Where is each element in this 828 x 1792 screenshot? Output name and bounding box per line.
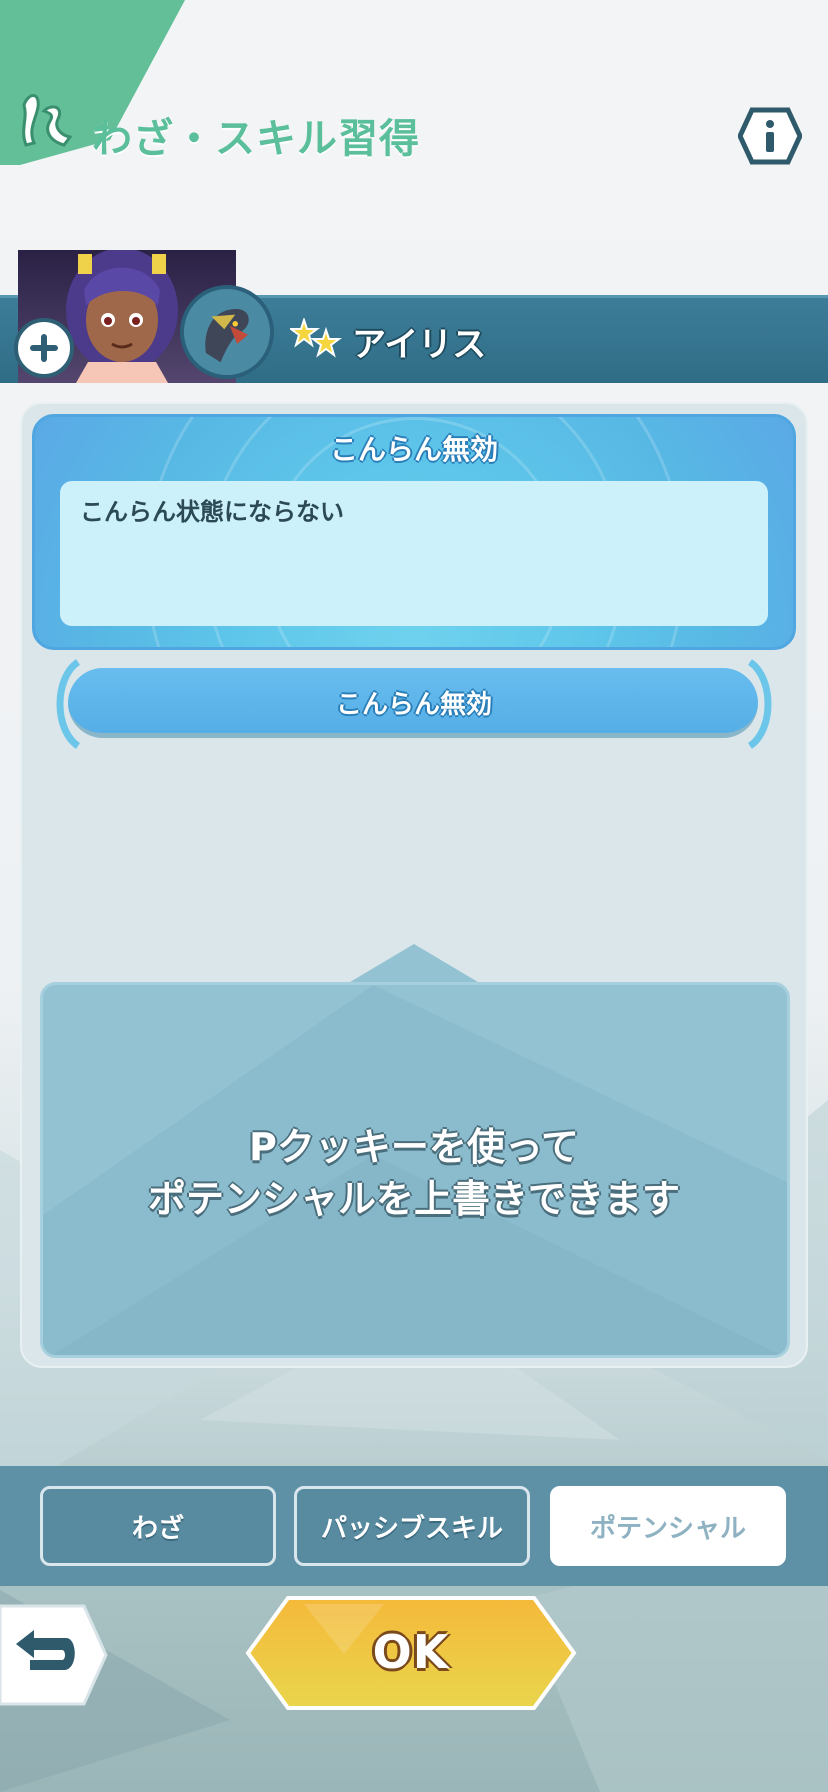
ok-button[interactable]	[244, 1594, 578, 1712]
tab-moves[interactable]: わざ	[40, 1486, 276, 1566]
tab-potential[interactable]: ポテンシャル	[550, 1486, 786, 1566]
rarity-stars-icon	[290, 318, 342, 358]
back-button[interactable]	[0, 1600, 112, 1710]
tab-passive-skills[interactable]: パッシブスキル	[294, 1486, 530, 1566]
message-line-2: ポテンシャルを上書きできます	[147, 1177, 680, 1221]
add-character-button[interactable]	[14, 318, 74, 378]
plus-icon-vertical	[41, 334, 47, 362]
character-name: アイリス	[352, 325, 487, 365]
info-icon[interactable]	[738, 106, 802, 166]
feather-icon	[22, 94, 73, 147]
pokemon-icon	[180, 285, 274, 379]
message-line-1: Pクッキーを使って	[249, 1125, 579, 1169]
skill-description: こんらん状態にならない	[80, 498, 344, 526]
skill-title: こんらん無効	[329, 433, 498, 466]
current-potential-label: こんらん無効	[335, 690, 492, 720]
page-title: わざ・スキル習得	[92, 116, 420, 162]
bracket-right-decoration	[747, 659, 772, 749]
